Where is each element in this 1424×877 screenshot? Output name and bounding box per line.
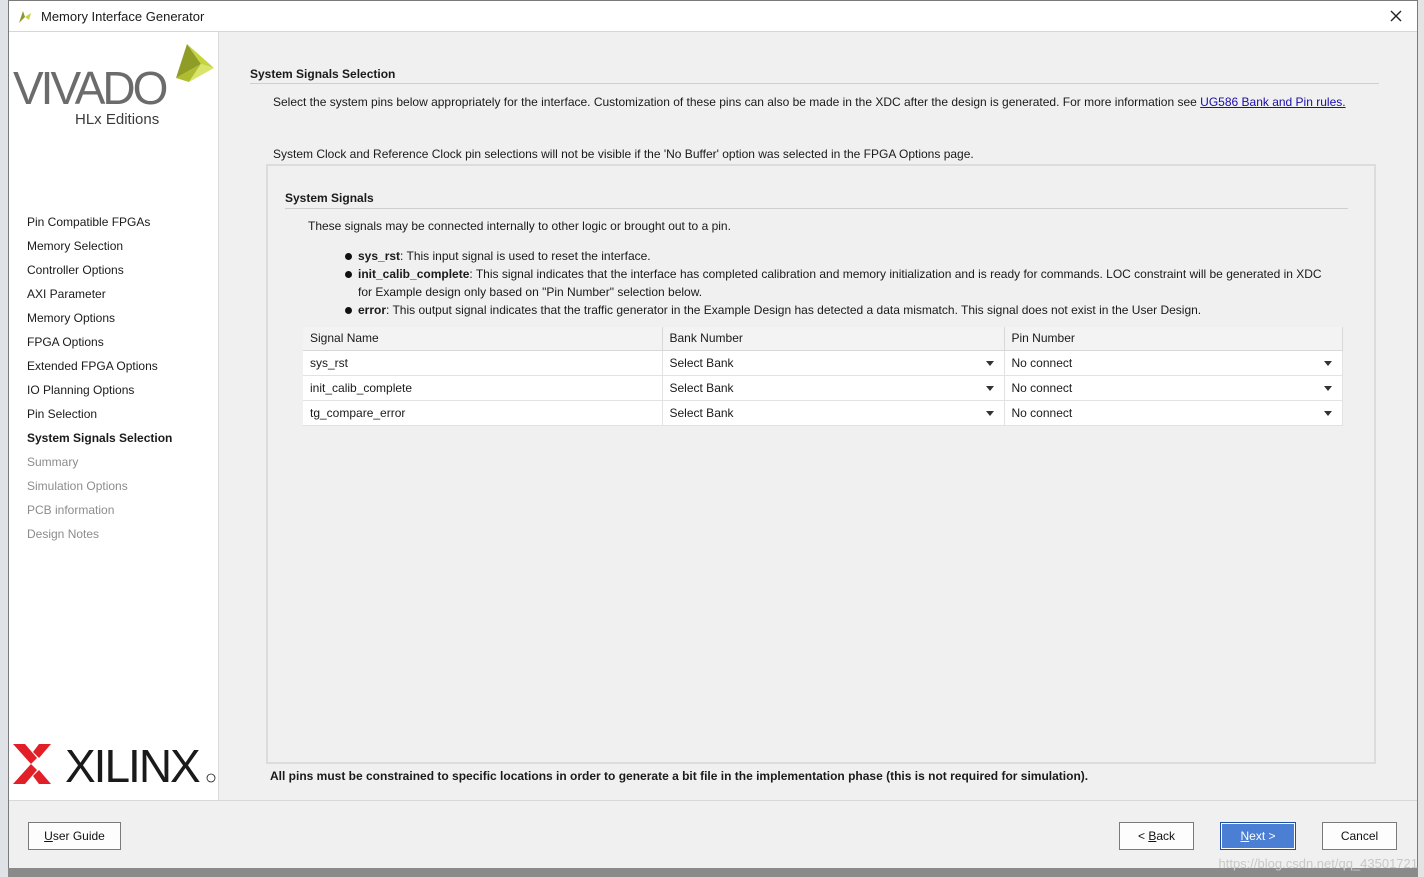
background-app-right [1418,0,1424,877]
step-extended-fpga-options[interactable]: Extended FPGA Options [27,356,172,380]
chevron-down-icon [985,385,994,391]
chevron-down-icon [985,360,994,366]
system-signals-panel: System Signals These signals may be conn… [266,164,1376,764]
vivado-logo: VIVADO HLx Editions [13,44,214,128]
sidebar: VIVADO HLx Editions Pin Compatible FPGAs… [9,32,219,800]
step-memory-selection[interactable]: Memory Selection [27,236,172,260]
pin-select[interactable]: No connect [1004,350,1343,376]
signal-name-cell: tg_compare_error [303,400,663,426]
panel-description: These signals may be connected internall… [308,219,731,233]
svg-text:XILINX: XILINX [65,740,200,788]
table-row: init_calib_complete Select Bank No conne… [303,375,1343,401]
step-io-planning-options[interactable]: IO Planning Options [27,380,172,404]
chevron-down-icon [1324,410,1332,416]
step-system-signals-selection[interactable]: System Signals Selection [27,428,172,452]
background-app-left [0,0,8,877]
bullet-init-calib-complete: init_calib_complete: This signal indicat… [343,265,1333,301]
constraint-note: All pins must be constrained to specific… [270,769,1089,783]
xilinx-logo: XILINX [13,740,216,788]
mig-dialog: Memory Interface Generator VIVADO HLx Ed… [8,0,1418,868]
col-bank-number[interactable]: Bank Number [662,327,1005,351]
bullet-icon [345,307,352,314]
step-controller-options[interactable]: Controller Options [27,260,172,284]
svg-text:HLx Editions: HLx Editions [75,111,159,128]
chevron-down-icon [985,410,994,416]
signal-descriptions: sys_rst: This input signal is used to re… [343,247,1333,319]
user-guide-button[interactable]: User Guide [28,822,121,850]
step-pin-compatible-fpgas[interactable]: Pin Compatible FPGAs [27,212,172,236]
watermark: https://blog.csdn.net/qq_43501721 [1218,856,1419,871]
title-bar: Memory Interface Generator [9,1,1417,32]
vivado-app-icon [19,11,31,23]
step-fpga-options[interactable]: FPGA Options [27,332,172,356]
step-summary: Summary [27,455,79,469]
main-content: System Signals Selection Select the syst… [219,32,1417,800]
pin-select[interactable]: No connect [1004,400,1343,426]
table-row: tg_compare_error Select Bank No connect [303,400,1343,426]
button-bar: User Guide < Back Next > Cancel [9,800,1417,868]
close-icon[interactable] [1385,5,1407,27]
table-header: Signal Name Bank Number Pin Number [303,327,1343,351]
intro-text: Select the system pins below appropriate… [273,95,1346,109]
chevron-down-icon [1324,385,1332,391]
signals-table: Signal Name Bank Number Pin Number sys_r… [303,327,1343,426]
ug586-link[interactable]: UG586 Bank and Pin rules. [1200,95,1345,109]
col-pin-number[interactable]: Pin Number [1004,327,1343,351]
svg-text:VIVADO: VIVADO [13,62,167,114]
section-divider [250,83,1379,84]
bullet-sys-rst: sys_rst: This input signal is used to re… [343,247,1333,265]
bank-select[interactable]: Select Bank [662,400,1005,426]
step-pcb-information: PCB information [27,503,115,517]
bullet-icon [345,271,352,278]
bullet-icon [345,253,352,260]
back-button[interactable]: < Back [1119,822,1194,850]
cancel-button[interactable]: Cancel [1322,822,1397,850]
wizard-steps: Pin Compatible FPGAs Memory Selection Co… [27,212,172,548]
signal-name-cell: init_calib_complete [303,375,663,401]
step-design-notes: Design Notes [27,527,100,541]
step-axi-parameter[interactable]: AXI Parameter [27,284,172,308]
window-title: Memory Interface Generator [41,8,205,24]
step-memory-options[interactable]: Memory Options [27,308,172,332]
panel-title: System Signals [285,191,374,205]
step-pin-selection[interactable]: Pin Selection [27,404,172,428]
clock-note: System Clock and Reference Clock pin sel… [273,147,974,161]
panel-divider [285,208,1348,209]
signal-name-cell: sys_rst [303,350,663,376]
section-title: System Signals Selection [250,67,396,81]
step-simulation-options: Simulation Options [27,479,128,493]
pin-select[interactable]: No connect [1004,375,1343,401]
table-row: sys_rst Select Bank No connect [303,350,1343,376]
bank-select[interactable]: Select Bank [662,375,1005,401]
chevron-down-icon [1324,360,1332,366]
next-button[interactable]: Next > [1220,822,1296,850]
bullet-error: error: This output signal indicates that… [343,301,1333,319]
col-signal-name[interactable]: Signal Name [303,327,663,351]
bank-select[interactable]: Select Bank [662,350,1005,376]
